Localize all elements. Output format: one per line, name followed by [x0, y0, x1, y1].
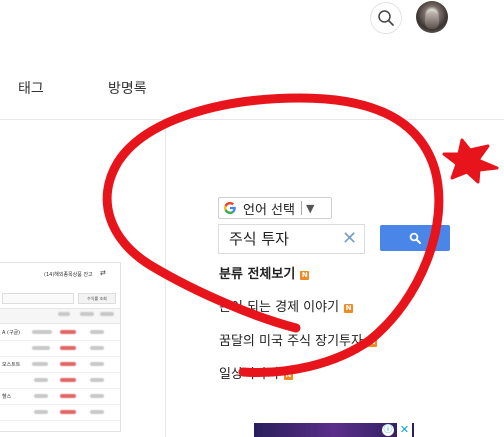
blog-header: 태그 방명록 — [0, 0, 504, 120]
table-header — [0, 308, 120, 324]
swap-icon: ⇄ — [100, 269, 106, 277]
search-button[interactable] — [370, 2, 402, 34]
category-daily[interactable]: 일상이야기 N — [219, 363, 293, 382]
category-economy[interactable]: 돈이 되는 경제 이야기 N — [219, 296, 354, 315]
category-all[interactable]: 분류 전체보기 N — [219, 263, 310, 282]
table-row: A (구글) — [0, 325, 120, 341]
search-icon — [378, 10, 394, 26]
search-icon — [409, 232, 421, 244]
ad-info-icon[interactable]: ⓘ — [382, 424, 394, 436]
sidebar-divider — [165, 120, 166, 437]
category-label: 돈이 되는 경제 이야기 — [219, 300, 340, 315]
table-row — [0, 405, 120, 421]
ad-close-icon[interactable]: ✕ — [397, 423, 412, 437]
tab-tag[interactable]: 태그 — [18, 78, 44, 98]
tab-guestbook[interactable]: 방명록 — [108, 78, 147, 98]
dropdown-arrow-icon: ▼ — [305, 201, 315, 215]
header-divider — [0, 119, 504, 120]
account-select — [2, 293, 74, 304]
new-badge: N — [283, 371, 293, 380]
portfolio-table-image: (14)해외종목상품 잔고 ⇄ 수익률 조회 A (구글) 모스트트 헬스 — [0, 262, 121, 432]
category-label: 분류 전체보기 — [219, 267, 296, 282]
separator — [300, 201, 302, 215]
language-select[interactable]: 언어 선택 ▼ — [218, 197, 332, 219]
annotation-star — [442, 138, 499, 184]
new-badge: N — [344, 304, 354, 313]
table-row: 헬스 — [0, 389, 120, 405]
category-label: 일상이야기 — [219, 367, 279, 382]
table-title: (14)해외종목상품 잔고 — [44, 272, 93, 278]
table-row — [0, 373, 120, 389]
table-row — [0, 341, 120, 357]
yield-query-button: 수익률 조회 — [78, 293, 116, 304]
clear-search-icon[interactable]: ✕ — [342, 227, 357, 251]
new-badge: N — [300, 271, 310, 280]
table-row: 모스트트 — [0, 357, 120, 373]
profile-avatar[interactable] — [416, 1, 448, 33]
category-us-stocks[interactable]: 꿈달의 미국 주식 장기투자 N — [219, 330, 377, 349]
language-select-label: 언어 선택 — [243, 202, 295, 218]
category-label: 꿈달의 미국 주식 장기투자 — [219, 334, 363, 349]
google-logo-icon — [223, 202, 236, 214]
search-submit-button[interactable] — [380, 225, 450, 251]
new-badge: N — [367, 338, 377, 347]
